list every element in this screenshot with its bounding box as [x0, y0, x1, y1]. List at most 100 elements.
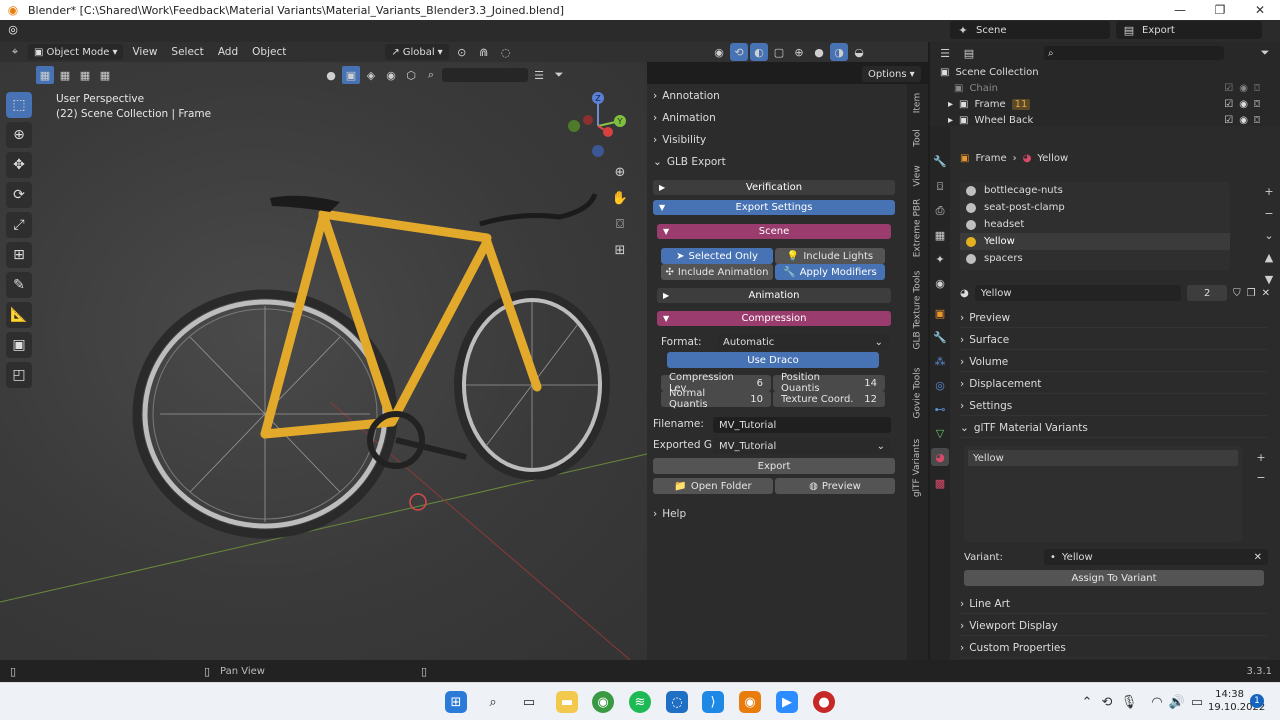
section-viewport-display[interactable]: › Viewport Display	[960, 616, 1268, 636]
material-name-field[interactable]: Yellow	[974, 285, 1182, 301]
solid-shading-icon[interactable]: ●	[810, 43, 828, 61]
outliner-item[interactable]: ▸ ▣ Frame 11 ☑◉⌼	[948, 96, 1274, 112]
export-button[interactable]: Export	[653, 458, 895, 474]
section-line-art[interactable]: › Line Art	[960, 594, 1268, 614]
sync-icon[interactable]: ⟲	[1096, 691, 1118, 713]
wireframe-shading-icon[interactable]: ⊕	[790, 43, 808, 61]
bicycle-model[interactable]	[0, 62, 647, 660]
unlink-material-icon[interactable]: ✕	[1262, 288, 1270, 299]
vscode-icon[interactable]: ⟩	[702, 691, 724, 713]
recorder-icon[interactable]: ●	[813, 691, 835, 713]
modifier-props-icon[interactable]: 🔧	[931, 328, 949, 346]
outliner-root[interactable]: ▣ Scene Collection	[940, 64, 1039, 80]
options-dropdown[interactable]: Options ▾	[862, 66, 921, 82]
chevron-up-icon[interactable]: ⌃	[1076, 691, 1098, 713]
close-button[interactable]: ✕	[1240, 0, 1280, 20]
material-shading-icon[interactable]: ◑	[830, 43, 848, 61]
pivot-icon[interactable]: ⊙	[453, 43, 471, 61]
material-slot[interactable]: headset	[960, 216, 1230, 233]
browser-icon[interactable]: ◌	[666, 691, 688, 713]
verification-subpanel[interactable]: ▶ Verification	[653, 180, 895, 195]
sidebar-tab-extreme-pbr[interactable]: Extreme PBR	[907, 196, 928, 260]
animation-subpanel[interactable]: ▶ Animation	[657, 288, 891, 303]
outliner-editor-icon[interactable]: ☰	[936, 44, 954, 62]
compression-subpanel[interactable]: ▼ Compression	[657, 311, 891, 326]
filename-input[interactable]: MV_Tutorial	[713, 417, 891, 433]
remove-variant-icon[interactable]: −	[1252, 468, 1270, 486]
expand-icon[interactable]: ▸	[948, 115, 953, 126]
tool-props-icon[interactable]: 🔧	[931, 152, 949, 170]
use-draco-button[interactable]: Use Draco	[667, 352, 879, 368]
texture-props-icon[interactable]: ▩	[931, 474, 949, 492]
gizmo-icon[interactable]: ⟲	[730, 43, 748, 61]
variant-list-item[interactable]: Yellow	[968, 450, 1238, 466]
overlay-icon[interactable]: ◐	[750, 43, 768, 61]
sidebar-tab-tool[interactable]: Tool	[907, 124, 928, 152]
object-menu[interactable]: Object	[247, 46, 291, 58]
world-props-icon[interactable]: ◉	[931, 274, 949, 292]
sidebar-tab-govie-tools[interactable]: Govie Tools	[907, 360, 928, 426]
output-props-icon[interactable]: ⎙	[931, 202, 949, 220]
render-props-icon[interactable]: ⌼	[931, 178, 949, 196]
visibility-icon[interactable]: ◉	[710, 43, 728, 61]
saddle[interactable]	[270, 195, 340, 212]
material-props-icon[interactable]: ◕	[931, 448, 949, 466]
spotify-icon[interactable]: ≋	[629, 691, 651, 713]
maximize-button[interactable]: ❐	[1200, 0, 1240, 20]
particles-props-icon[interactable]: ⁂	[931, 352, 949, 370]
object-props-icon[interactable]: ▣	[931, 304, 949, 322]
help-section[interactable]: › Help	[653, 504, 897, 524]
fake-user-shield-icon[interactable]: ⛉	[1233, 288, 1241, 299]
snap-icon[interactable]: ⋒	[475, 43, 493, 61]
variant-selector[interactable]: • Yellow ✕	[1044, 549, 1268, 565]
sidebar-tab-view[interactable]: View	[907, 160, 928, 192]
outliner-item[interactable]: ▣ Chain ☑◉⌼	[948, 80, 1274, 96]
file-explorer-icon[interactable]: ▬	[556, 691, 578, 713]
system-clock[interactable]: 14:38 19.10.2022	[1208, 688, 1265, 714]
annotation-section[interactable]: › Annotation	[653, 86, 897, 106]
normal-quantization-field[interactable]: Normal Quantis 10	[661, 388, 771, 410]
handlebar[interactable]	[479, 193, 598, 227]
include-lights-toggle[interactable]: 💡 Include Lights	[775, 248, 885, 264]
filter-icon[interactable]: ⏷	[1256, 44, 1274, 62]
view-menu[interactable]: View	[127, 46, 162, 58]
view-layer-selector[interactable]: ▤ Export	[1116, 21, 1262, 39]
constraint-props-icon[interactable]: ⊷	[931, 400, 949, 418]
glb-export-section[interactable]: ⌄ GLB Export	[653, 152, 897, 172]
sidebar-tab-item[interactable]: Item	[907, 88, 928, 118]
physics-props-icon[interactable]: ◎	[931, 376, 949, 394]
add-menu[interactable]: Add	[213, 46, 243, 58]
transform-orientation-selector[interactable]: ↗ Global ▾	[385, 44, 449, 60]
blender-menu-icon[interactable]: ◎	[4, 20, 22, 38]
section-surface[interactable]: › Surface	[960, 330, 1268, 350]
section-preview[interactable]: › Preview	[960, 308, 1268, 328]
open-folder-button[interactable]: 📁 Open Folder	[653, 478, 773, 494]
mode-selector[interactable]: ▣ Object Mode ▾	[28, 44, 124, 60]
visibility-section[interactable]: › Visibility	[653, 130, 897, 150]
sidebar-tab-glb-texture-tools[interactable]: GLB Texture Tools	[907, 264, 928, 356]
duplicate-material-icon[interactable]: ❐	[1247, 288, 1256, 299]
include-animation-toggle[interactable]: ✣ Include Animation	[661, 264, 773, 280]
material-slot[interactable]: spacers	[960, 250, 1230, 267]
clear-icon[interactable]: ✕	[1254, 552, 1262, 563]
visibility-toggles[interactable]: ☑◉⌼	[1224, 115, 1266, 126]
apply-modifiers-toggle[interactable]: 🔧 Apply Modifiers	[775, 264, 885, 280]
3d-viewport[interactable]: ▦ ▦ ▦ ▦ ● ▣ ◈ ◉ ⬡ ⌕ ☰ ⏷ User Perspective…	[0, 62, 647, 660]
bike-frame[interactable]	[260, 209, 542, 439]
data-props-icon[interactable]: ▽	[931, 424, 949, 442]
section-displacement[interactable]: › Displacement	[960, 374, 1268, 394]
minimize-button[interactable]: —	[1160, 0, 1200, 20]
section-volume[interactable]: › Volume	[960, 352, 1268, 372]
material-sphere-icon[interactable]: ◕	[960, 288, 969, 299]
material-slot[interactable]: bottlecage-nuts	[960, 182, 1230, 199]
material-slot[interactable]: Yellow	[960, 233, 1230, 250]
export-settings-subpanel[interactable]: ▼ Export Settings	[653, 200, 895, 215]
chrome-icon[interactable]: ◉	[592, 691, 614, 713]
scene-selector[interactable]: ✦ Scene	[950, 21, 1110, 39]
xray-icon[interactable]: ▢	[770, 43, 788, 61]
scene-subpanel[interactable]: ▼ Scene	[657, 224, 891, 239]
visibility-toggles[interactable]: ☑◉⌼	[1224, 83, 1266, 94]
search-icon[interactable]: ⌕	[482, 691, 504, 713]
wifi-icon[interactable]: ◠	[1146, 691, 1168, 713]
blender-taskbar-icon[interactable]: ◉	[739, 691, 761, 713]
